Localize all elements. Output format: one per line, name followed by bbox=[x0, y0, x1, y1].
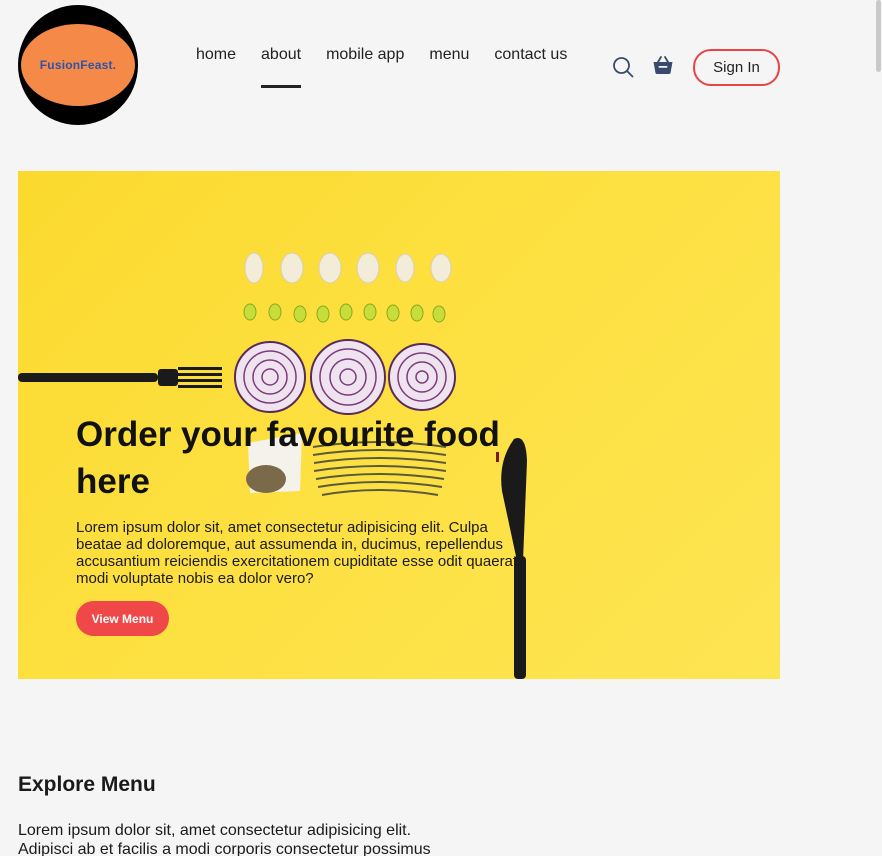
explore-menu-heading: Explore Menu bbox=[18, 773, 156, 796]
nav-item-mobile-app[interactable]: mobile app bbox=[326, 46, 404, 88]
logo-badge: FusionFeast. bbox=[21, 24, 135, 106]
logo[interactable]: FusionFeast. bbox=[18, 5, 138, 125]
nav-item-home[interactable]: home bbox=[196, 46, 236, 88]
hero-description: Lorem ipsum dolor sit, amet consectetur … bbox=[76, 519, 518, 587]
sign-in-button[interactable]: Sign In bbox=[693, 49, 780, 86]
nav-item-menu[interactable]: menu bbox=[429, 46, 469, 88]
brand-name: FusionFeast. bbox=[39, 58, 117, 72]
page-scrollbar[interactable] bbox=[874, 0, 882, 856]
explore-menu-description: Lorem ipsum dolor sit, amet consectetur … bbox=[18, 822, 431, 856]
basket-icon[interactable] bbox=[652, 54, 674, 76]
main-nav: home about mobile app menu contact us bbox=[196, 46, 567, 88]
search-icon[interactable] bbox=[612, 56, 634, 78]
hero-title: Order your favourite food here bbox=[76, 415, 500, 501]
nav-item-contact-us[interactable]: contact us bbox=[494, 46, 567, 88]
view-menu-button[interactable]: View Menu bbox=[76, 601, 169, 636]
hero-banner: Order your favourite food here Lorem ips… bbox=[18, 171, 780, 679]
nav-item-about[interactable]: about bbox=[261, 46, 302, 88]
scrollbar-thumb[interactable] bbox=[876, 0, 881, 72]
